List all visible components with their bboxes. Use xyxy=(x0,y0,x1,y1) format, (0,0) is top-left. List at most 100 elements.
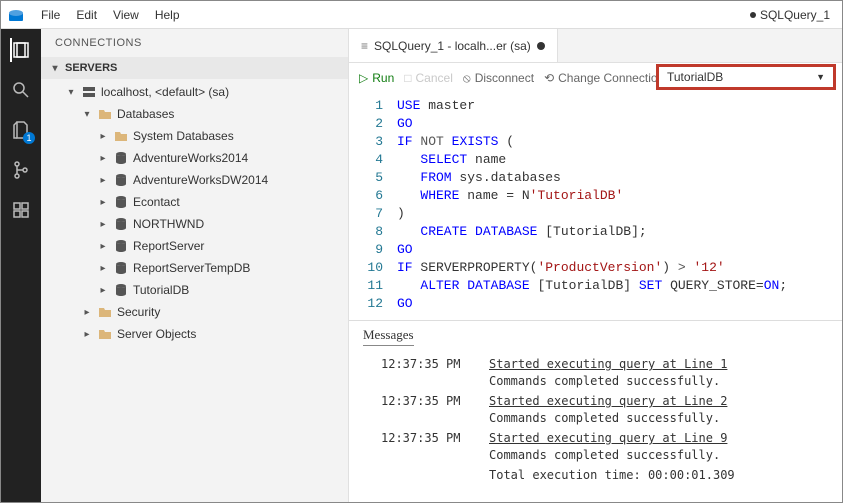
msg-total: Total execution time: 00:00:01.309 xyxy=(489,468,828,482)
message-row: 12:37:35 PM Started executing query at Li… xyxy=(381,394,828,408)
sidebar-title: CONNECTIONS xyxy=(41,29,348,57)
database-node[interactable]: ▸ TutorialDB xyxy=(41,279,348,301)
chevron-down-icon: ▾ xyxy=(81,109,93,120)
database-node[interactable]: ▸ System Databases xyxy=(41,125,348,147)
msg-link[interactable]: Started executing query at Line 1 xyxy=(489,357,727,371)
chevron-right-icon: ▸ xyxy=(81,329,93,340)
msg-time: 12:37:35 PM xyxy=(381,431,471,445)
database-icon xyxy=(113,238,129,254)
database-node[interactable]: ▸ ReportServer xyxy=(41,235,348,257)
activity-source-control-icon[interactable] xyxy=(10,159,32,181)
query-toolbar: ▷Run □Cancel ⦸Disconnect ⟲Change Connect… xyxy=(349,63,842,93)
menu-file[interactable]: File xyxy=(33,5,68,25)
server-icon xyxy=(81,84,97,100)
change-connection-button[interactable]: ⟲Change Connection xyxy=(544,71,664,85)
group-label: Server Objects xyxy=(117,327,196,341)
messages-panel: Messages 12:37:35 PM Started executing qu… xyxy=(349,320,842,502)
message-row: 12:37:35 PM Started executing query at Li… xyxy=(381,357,828,371)
database-selector[interactable]: TutorialDB ▼ xyxy=(656,64,836,90)
chevron-right-icon: ▸ xyxy=(97,153,109,164)
stop-icon: □ xyxy=(404,71,411,85)
chevron-right-icon: ▸ xyxy=(97,219,109,230)
db-label: Econtact xyxy=(133,195,180,209)
title-filename: SQLQuery_1 xyxy=(760,8,830,22)
folder-icon xyxy=(113,128,129,144)
msg-link[interactable]: Started executing query at Line 9 xyxy=(489,431,727,445)
menu-view[interactable]: View xyxy=(105,5,147,25)
databases-group[interactable]: ▾ Databases xyxy=(41,103,348,125)
database-icon xyxy=(113,216,129,232)
folder-icon xyxy=(97,304,113,320)
chevron-right-icon: ▸ xyxy=(97,285,109,296)
activity-explorer-icon[interactable]: 1 xyxy=(10,119,32,141)
section-label: SERVERS xyxy=(65,62,117,74)
activity-servers-icon[interactable] xyxy=(10,39,32,61)
swap-icon: ⟲ xyxy=(544,71,554,85)
msg-detail: Commands completed successfully. xyxy=(489,448,828,462)
db-label: AdventureWorksDW2014 xyxy=(133,173,268,187)
message-row: 12:37:35 PM Started executing query at Li… xyxy=(381,431,828,445)
app-brand-icon xyxy=(7,6,25,24)
dropdown-arrow-icon: ▼ xyxy=(816,72,825,82)
database-icon xyxy=(113,150,129,166)
code-editor[interactable]: 123456789101112 USE masterGOIF NOT EXIST… xyxy=(349,93,842,320)
chevron-right-icon: ▸ xyxy=(81,307,93,318)
server-objects-group[interactable]: ▸ Server Objects xyxy=(41,323,348,345)
group-label: Security xyxy=(117,305,160,319)
activity-search-icon[interactable] xyxy=(10,79,32,101)
db-label: System Databases xyxy=(133,129,234,143)
sidebar: CONNECTIONS ▾ SERVERS ▾ localhost, <defa… xyxy=(41,29,349,502)
group-label: Databases xyxy=(117,107,174,121)
database-icon xyxy=(113,172,129,188)
db-label: AdventureWorks2014 xyxy=(133,151,248,165)
tab-label: SQLQuery_1 - localh...er (sa) xyxy=(374,39,531,53)
database-icon xyxy=(113,194,129,210)
database-icon xyxy=(113,260,129,276)
chevron-right-icon: ▸ xyxy=(97,175,109,186)
db-label: TutorialDB xyxy=(133,283,189,297)
chevron-down-icon: ▾ xyxy=(49,63,61,74)
disconnect-icon: ⦸ xyxy=(463,71,471,86)
db-label: NORTHWND xyxy=(133,217,204,231)
chevron-right-icon: ▸ xyxy=(97,131,109,142)
run-button[interactable]: ▷Run xyxy=(359,71,394,85)
code-content[interactable]: USE masterGOIF NOT EXISTS ( SELECT name … xyxy=(397,97,842,320)
menubar: File Edit View Help SQLQuery_1 xyxy=(1,1,842,29)
server-label: localhost, <default> (sa) xyxy=(101,85,229,99)
msg-time: 12:37:35 PM xyxy=(381,357,471,371)
sidebar-section-servers[interactable]: ▾ SERVERS xyxy=(41,57,348,79)
msg-time: 12:37:35 PM xyxy=(381,394,471,408)
db-label: ReportServerTempDB xyxy=(133,261,250,275)
selected-db-label: TutorialDB xyxy=(667,70,723,84)
database-node[interactable]: ▸ AdventureWorks2014 xyxy=(41,147,348,169)
title-right: SQLQuery_1 xyxy=(750,8,836,22)
messages-header: Messages xyxy=(363,327,414,346)
line-gutter: 123456789101112 xyxy=(349,97,397,320)
msg-detail: Commands completed successfully. xyxy=(489,374,828,388)
msg-link[interactable]: Started executing query at Line 2 xyxy=(489,394,727,408)
db-label: ReportServer xyxy=(133,239,204,253)
menu-edit[interactable]: Edit xyxy=(68,5,105,25)
editor-tab[interactable]: ≡ SQLQuery_1 - localh...er (sa) xyxy=(349,29,558,62)
database-node[interactable]: ▸ Econtact xyxy=(41,191,348,213)
play-icon: ▷ xyxy=(359,71,368,85)
database-icon xyxy=(113,282,129,298)
server-tree: ▾ localhost, <default> (sa) ▾ Databases … xyxy=(41,79,348,347)
database-node[interactable]: ▸ ReportServerTempDB xyxy=(41,257,348,279)
tab-bar: ≡ SQLQuery_1 - localh...er (sa) xyxy=(349,29,842,63)
folder-icon xyxy=(97,326,113,342)
activity-extensions-icon[interactable] xyxy=(10,199,32,221)
activity-bar: 1 xyxy=(1,29,41,502)
database-node[interactable]: ▸ NORTHWND xyxy=(41,213,348,235)
dirty-dot-icon xyxy=(537,42,545,50)
database-node[interactable]: ▸ AdventureWorksDW2014 xyxy=(41,169,348,191)
cancel-button[interactable]: □Cancel xyxy=(404,71,453,85)
chevron-right-icon: ▸ xyxy=(97,241,109,252)
server-node[interactable]: ▾ localhost, <default> (sa) xyxy=(41,81,348,103)
chevron-right-icon: ▸ xyxy=(97,197,109,208)
disconnect-button[interactable]: ⦸Disconnect xyxy=(463,71,534,86)
dirty-dot-icon xyxy=(750,12,756,18)
chevron-right-icon: ▸ xyxy=(97,263,109,274)
menu-help[interactable]: Help xyxy=(147,5,188,25)
security-group[interactable]: ▸ Security xyxy=(41,301,348,323)
